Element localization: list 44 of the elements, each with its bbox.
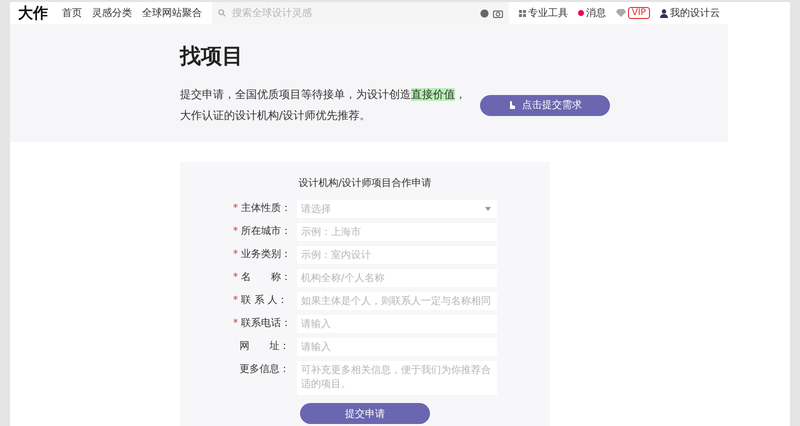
field-label: 所在城市： <box>240 226 292 237</box>
camera-icon[interactable] <box>492 8 503 18</box>
page-title: 找项目 <box>180 43 244 70</box>
required-mark: * <box>233 226 238 237</box>
nav-link[interactable]: 全球网站聚合 <box>142 6 202 20</box>
apply-button[interactable]: 提交申请 <box>300 403 430 424</box>
search-icon <box>218 9 226 17</box>
required-mark: * <box>233 272 238 283</box>
intro-text: 提交申请，全国优质项目等待接单，为设计创造直接价值， <box>180 87 466 103</box>
tools-link[interactable]: 专业工具 <box>518 6 568 20</box>
search-bar[interactable]: 搜索全球设计灵感 <box>212 2 509 24</box>
submit-request-button[interactable]: 点击提交需求 <box>480 94 610 116</box>
field-label: 联 系 人： <box>240 295 288 306</box>
required-mark: * <box>233 249 238 260</box>
form-title: 设计机构/设计师项目合作申请 <box>298 176 432 190</box>
grid-icon <box>518 10 526 16</box>
field-label: 业务类别： <box>240 249 292 260</box>
select-field[interactable]: 请选择 <box>297 200 497 218</box>
account-link[interactable]: 我的设计云 <box>660 6 720 20</box>
avatar-icon <box>660 8 668 18</box>
nav-link[interactable]: 首页 <box>62 6 82 20</box>
input-field[interactable]: 请输入 <box>297 315 497 333</box>
caret-icon <box>485 207 491 211</box>
field-label: 网 址： <box>238 341 290 352</box>
required-mark: * <box>233 318 238 329</box>
field-label: 更多信息： <box>238 364 290 375</box>
field-label: 联系电话： <box>240 318 292 329</box>
intro-text: 大作认证的设计机构/设计师优先推荐。 <box>180 108 372 124</box>
nav-link[interactable]: 灵感分类 <box>92 6 132 20</box>
messages-link[interactable]: 消息 <box>578 6 606 20</box>
input-field[interactable]: 示例：上海市 <box>297 223 497 241</box>
search-field[interactable]: 搜索全球设计灵感 <box>230 6 476 20</box>
logo[interactable]: 大作 <box>18 4 48 22</box>
input-field[interactable]: 示例：室内设计 <box>297 246 497 264</box>
required-mark: * <box>233 203 238 214</box>
notification-dot-icon <box>578 10 584 16</box>
diamond-icon <box>616 9 626 17</box>
field-label: 名 称： <box>240 272 292 283</box>
input-field[interactable]: 机构全称/个人名称 <box>297 269 497 287</box>
input-field[interactable]: 如果主体是个人，则联系人一定与名称相同 <box>297 292 497 310</box>
textarea-field[interactable]: 可补充更多相关信息，便于我们为你推荐合适的项目。 <box>297 361 497 395</box>
field-label: 主体性质： <box>240 203 292 214</box>
input-field[interactable]: 请输入 <box>297 338 497 356</box>
required-mark: * <box>233 295 238 306</box>
